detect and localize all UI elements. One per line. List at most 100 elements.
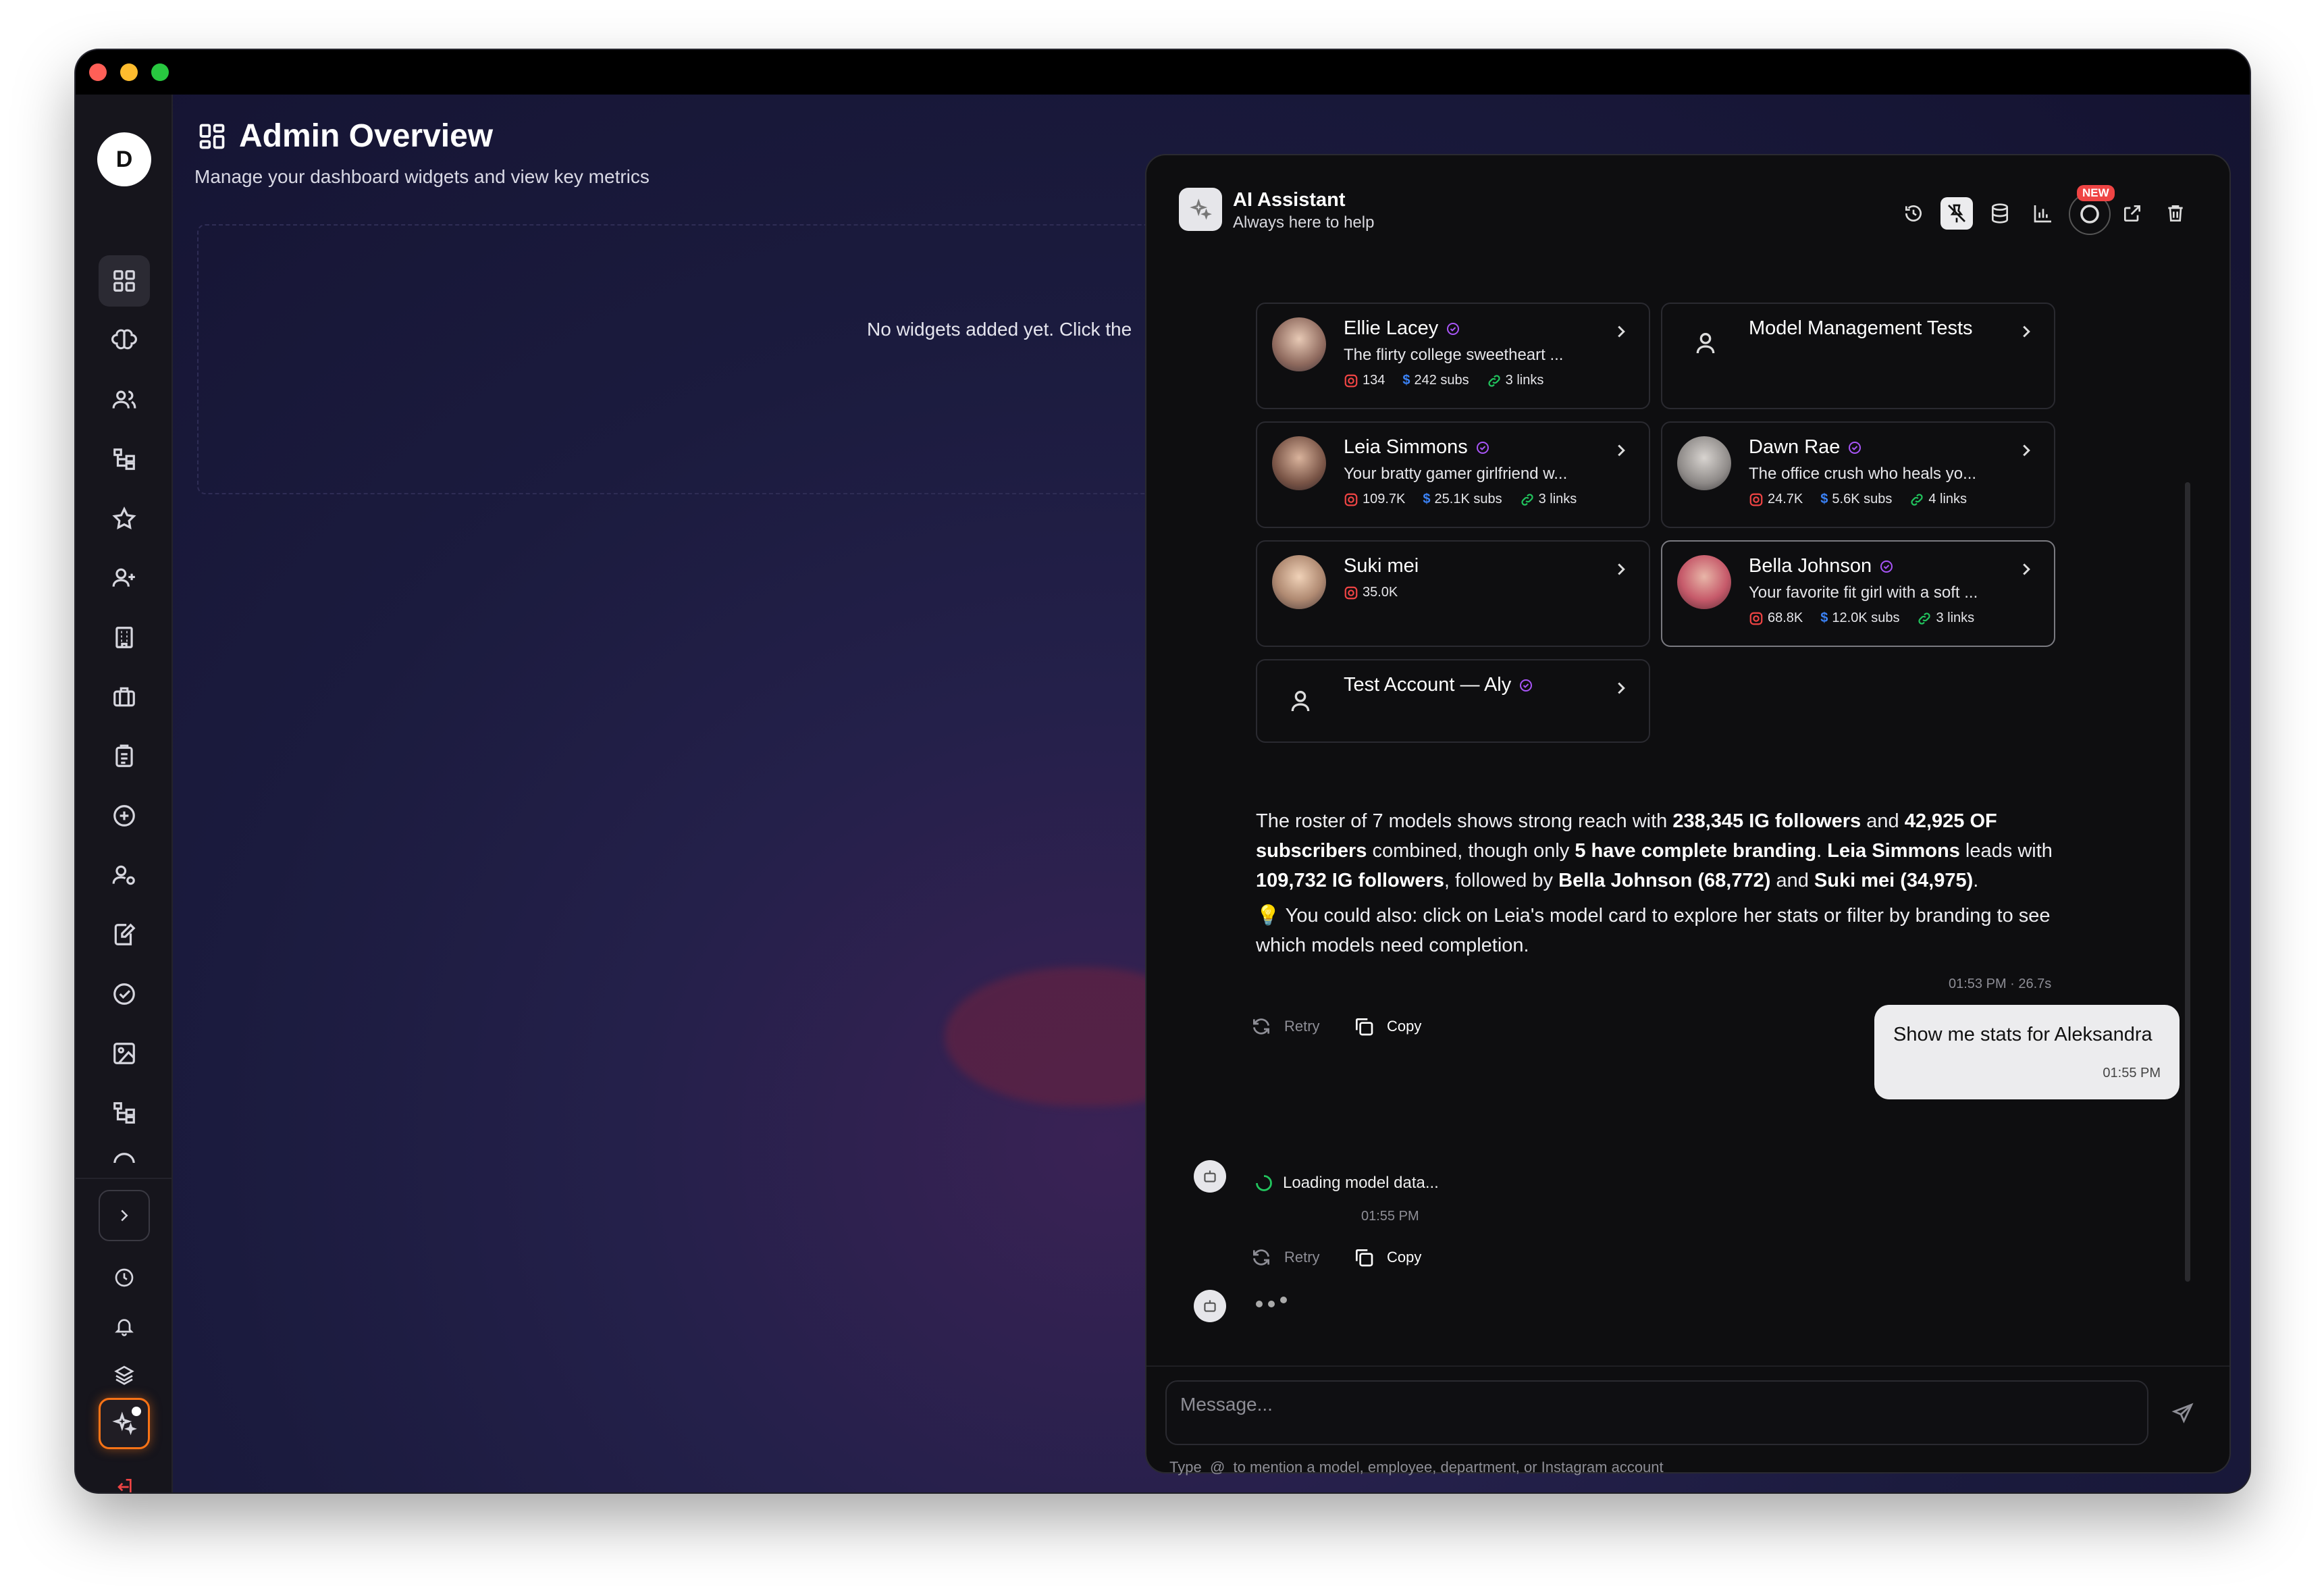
copy-icon — [1356, 1249, 1373, 1267]
sidebar-item-users[interactable] — [99, 374, 150, 425]
sidebar-item-edit[interactable] — [99, 909, 150, 960]
sidebar-item-add[interactable] — [99, 790, 150, 841]
history-button[interactable] — [99, 1252, 150, 1303]
chat-scrollbar[interactable] — [2185, 482, 2190, 1282]
model-card[interactable]: Suki mei 35.0K — [1256, 540, 1650, 647]
close-window-button[interactable] — [89, 63, 107, 81]
open-external-button[interactable] — [2116, 197, 2148, 230]
model-name: Model Management Tests — [1749, 317, 1973, 339]
avatar[interactable]: D — [97, 132, 151, 186]
bot-avatar — [1194, 1290, 1226, 1322]
sidebar-item-brain[interactable] — [99, 315, 150, 366]
model-name: Suki mei — [1344, 555, 1419, 577]
expand-sidebar-button[interactable] — [99, 1190, 150, 1241]
logout-button[interactable] — [99, 1461, 150, 1492]
chevron-right-icon — [2023, 325, 2030, 338]
user-cog-icon — [112, 865, 135, 885]
verified-icon — [1520, 679, 1533, 692]
assistant-message: The roster of 7 models shows strong reac… — [1256, 806, 2073, 960]
subs-count: 5.6K subs — [1832, 492, 1893, 506]
user-plus-icon — [112, 568, 135, 587]
notification-dot — [132, 1407, 141, 1416]
delete-chat-button[interactable] — [2159, 197, 2192, 230]
verified-icon — [1849, 441, 1861, 454]
new-badge: NEW — [2077, 185, 2115, 201]
title-bar — [76, 50, 2250, 95]
trash-icon — [2168, 205, 2183, 221]
plus-circle-icon — [113, 805, 135, 827]
building-icon — [115, 627, 133, 648]
image-icon — [113, 1043, 135, 1064]
zoom-window-button[interactable] — [151, 63, 169, 81]
history-icon — [1905, 205, 1922, 221]
subs-count: 25.1K subs — [1434, 492, 1502, 506]
instagram-icon — [1344, 586, 1358, 599]
send-button[interactable] — [2171, 1402, 2198, 1429]
model-card[interactable]: Model Management Tests — [1661, 303, 2055, 409]
model-card[interactable]: Ellie Lacey The flirty college sweethear… — [1256, 303, 1650, 409]
sidebar-item-building[interactable] — [99, 612, 150, 663]
sidebar-item-briefcase[interactable] — [99, 671, 150, 723]
minimize-window-button[interactable] — [120, 63, 138, 81]
model-card[interactable]: Leia Simmons Your bratty gamer girlfrien… — [1256, 421, 1650, 528]
sidebar-item-partial[interactable] — [99, 1143, 150, 1163]
empty-widgets-text: No widgets added yet. Click the — [867, 319, 1132, 340]
link-icon — [1488, 374, 1500, 387]
sparkles-icon — [1190, 199, 1212, 220]
assistant-logo — [1179, 188, 1222, 231]
pin-tool-button[interactable] — [1940, 197, 1973, 230]
ig-count: 109.7K — [1363, 492, 1406, 506]
sidebar-item-favorites[interactable] — [99, 493, 150, 544]
loading-time: 01:55 PM — [1361, 1209, 1419, 1224]
sidebar-item-media[interactable] — [99, 1028, 150, 1079]
link-icon — [1521, 493, 1533, 506]
sidebar-item-tasks[interactable] — [99, 968, 150, 1020]
composer-hint: Type @ to mention a model, employee, dep… — [1169, 1459, 1664, 1476]
model-card-highlighted[interactable]: Bella Johnson Your favorite fit girl wit… — [1661, 540, 2055, 647]
sidebar-item-add-user[interactable] — [99, 552, 150, 604]
model-card[interactable]: Test Account — Aly — [1256, 659, 1650, 743]
assistant-message-summary: The roster of 7 models shows strong reac… — [1256, 810, 2053, 891]
verified-icon — [1476, 441, 1489, 454]
retry-button[interactable]: Retry — [1250, 1016, 1320, 1037]
model-card[interactable]: Dawn Rae The office crush who heals yo..… — [1661, 421, 2055, 528]
record-tool-button[interactable]: NEW — [2069, 185, 2115, 235]
hierarchy-icon — [113, 448, 135, 470]
chevron-right-icon — [1618, 444, 1625, 457]
copy-button[interactable]: Copy — [1353, 1247, 1421, 1268]
sidebar-item-hierarchy[interactable] — [99, 434, 150, 485]
sidebar-item-clipboard[interactable] — [99, 731, 150, 782]
sidebar-item-user-settings[interactable] — [99, 850, 150, 901]
message-timestamp: 01:53 PM · 26.7s — [1949, 976, 2052, 991]
grid-icon — [113, 270, 135, 292]
message-input[interactable]: Message... — [1165, 1380, 2148, 1445]
bot-icon — [1204, 1170, 1216, 1182]
circle-icon — [2080, 205, 2099, 224]
layers-icon — [114, 1365, 134, 1385]
ai-assistant-button[interactable] — [99, 1398, 150, 1449]
message-placeholder: Message... — [1180, 1394, 1273, 1415]
copy-label: Copy — [1387, 1018, 1422, 1035]
model-avatar — [1677, 555, 1731, 609]
links-count: 4 links — [1928, 492, 1968, 506]
verified-icon — [1447, 322, 1460, 335]
history-tool-button[interactable] — [1897, 197, 1930, 230]
sidebar-item-dashboard[interactable] — [99, 255, 150, 307]
links-count: 3 links — [1505, 373, 1544, 388]
model-stats: 68.8K $12.0K subs 3 links — [1749, 610, 1974, 626]
database-icon — [1992, 203, 2008, 224]
model-name: Ellie Lacey — [1344, 317, 1461, 340]
hierarchy-icon — [113, 1102, 135, 1124]
copy-button[interactable]: Copy — [1353, 1016, 1421, 1037]
notifications-button[interactable] — [99, 1301, 150, 1352]
loading-text: Loading model data... — [1283, 1174, 1439, 1192]
layers-button[interactable] — [99, 1349, 150, 1401]
database-tool-button[interactable] — [1984, 197, 2016, 230]
chevron-right-icon — [2023, 444, 2030, 457]
typing-indicator — [1256, 1297, 1287, 1307]
logout-icon — [117, 1479, 132, 1492]
retry-button[interactable]: Retry — [1250, 1247, 1320, 1268]
chart-tool-button[interactable] — [2027, 197, 2059, 230]
model-avatar — [1272, 555, 1326, 609]
sidebar-item-hierarchy-2[interactable] — [99, 1087, 150, 1139]
